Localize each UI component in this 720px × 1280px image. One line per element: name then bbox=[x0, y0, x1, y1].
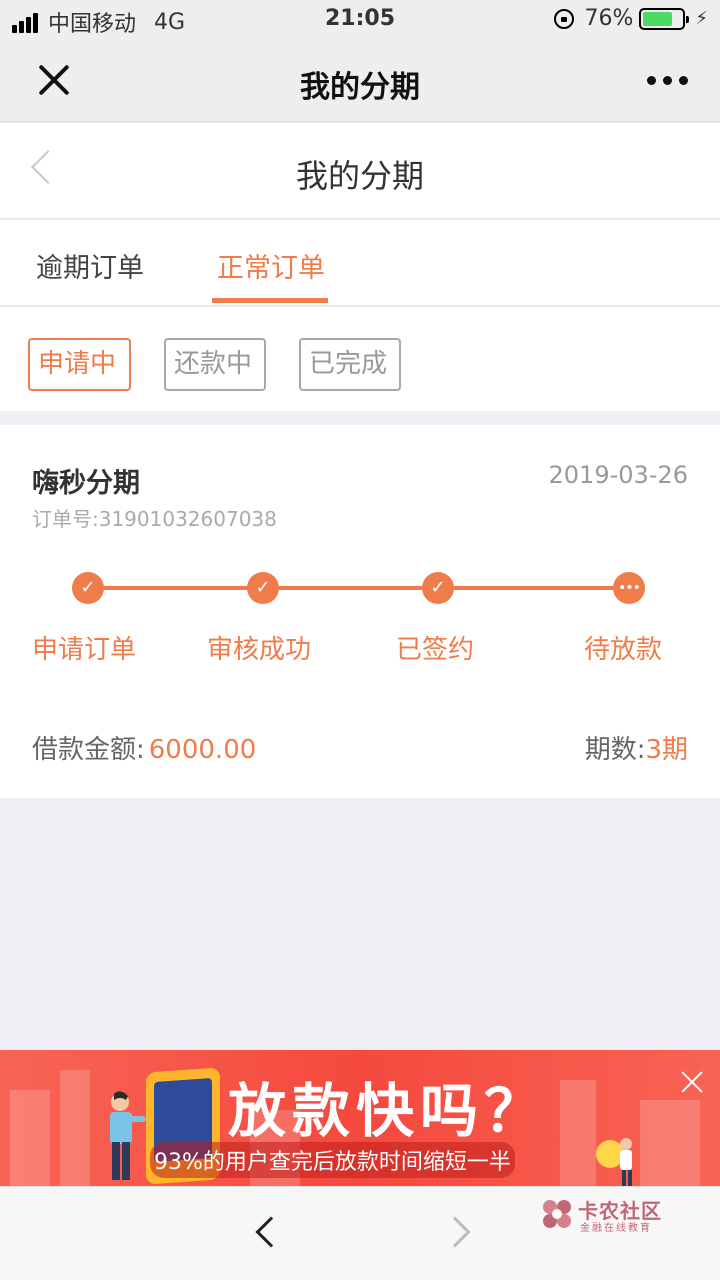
ad-subtitle: 93%的用户查完后放款时间缩短一半 bbox=[150, 1142, 515, 1178]
step-pending-dots-icon: ••• bbox=[613, 572, 645, 604]
step-label: 申请订单 bbox=[32, 635, 137, 665]
step-done-check-icon: ✓ bbox=[72, 572, 104, 604]
close-ad-icon[interactable] bbox=[680, 1070, 704, 1094]
ad-banner[interactable]: 放款快吗？ 93%的用户查完后放款时间缩短一半 bbox=[0, 1050, 720, 1186]
more-options-icon[interactable] bbox=[640, 76, 688, 85]
order-tabs: 逾期订单 正常订单 bbox=[0, 220, 720, 306]
nav-forward-icon[interactable] bbox=[439, 1216, 471, 1248]
browser-nav-bar: 卡农社区 金融在线教育 bbox=[0, 1186, 720, 1280]
loan-periods-label: 期数: bbox=[584, 735, 646, 765]
tab-normal-orders[interactable]: 正常订单 bbox=[217, 246, 325, 285]
order-number: 订单号:31901032607038 bbox=[32, 507, 277, 531]
watermark-logo-icon bbox=[543, 1200, 571, 1228]
nav-back-icon[interactable] bbox=[255, 1216, 287, 1248]
person-illustration bbox=[110, 1091, 146, 1180]
loan-periods: 期数:3期 bbox=[585, 729, 688, 766]
watermark: 卡农社区 金融在线教育 bbox=[540, 1195, 710, 1235]
filter-completed[interactable]: 已完成 bbox=[299, 338, 401, 391]
person-with-coin-illustration bbox=[596, 1138, 632, 1186]
page-header: 我的分期 bbox=[0, 123, 720, 219]
battery-icon bbox=[639, 7, 690, 30]
ad-title: 放款快吗？ bbox=[228, 1077, 549, 1145]
page-title: 我的分期 bbox=[295, 157, 424, 195]
filter-applying[interactable]: 申请中 bbox=[28, 338, 131, 391]
active-tab-indicator bbox=[212, 298, 328, 303]
wechat-header: 我的分期 bbox=[0, 40, 720, 122]
loan-amount-label: 借款金额: bbox=[32, 735, 145, 765]
battery-percent: 76% bbox=[584, 6, 634, 31]
tab-overdue-orders[interactable]: 逾期订单 bbox=[36, 246, 144, 285]
rotation-lock-icon bbox=[554, 8, 575, 29]
charging-icon: ⚡ bbox=[695, 8, 708, 29]
step-label: 已签约 bbox=[396, 635, 475, 665]
progress-line bbox=[88, 586, 629, 590]
loan-amount: 借款金额: 6000.00 bbox=[32, 729, 256, 766]
battery-fill bbox=[643, 11, 673, 26]
step-label: 待放款 bbox=[584, 635, 663, 665]
order-card[interactable]: 嗨秒分期 2019-03-26 订单号:31901032607038 ✓ ✓ ✓… bbox=[0, 425, 720, 798]
merchant-name: 嗨秒分期 bbox=[32, 468, 140, 499]
loan-amount-value: 6000.00 bbox=[148, 735, 257, 765]
status-filters: 申请中 还款中 已完成 bbox=[0, 307, 720, 411]
step-done-check-icon: ✓ bbox=[247, 572, 279, 604]
wechat-title: 我的分期 bbox=[300, 70, 420, 105]
status-bar: 中国移动 4G 21:05 76% ⚡ bbox=[0, 0, 720, 40]
filter-repaying[interactable]: 还款中 bbox=[164, 338, 266, 391]
step-done-check-icon: ✓ bbox=[422, 572, 454, 604]
step-label: 审核成功 bbox=[207, 635, 312, 665]
order-date: 2019-03-26 bbox=[548, 461, 688, 489]
loan-periods-value: 3期 bbox=[645, 735, 688, 765]
watermark-subtitle: 金融在线教育 bbox=[580, 1223, 652, 1234]
status-right: 76% ⚡ bbox=[554, 6, 708, 31]
